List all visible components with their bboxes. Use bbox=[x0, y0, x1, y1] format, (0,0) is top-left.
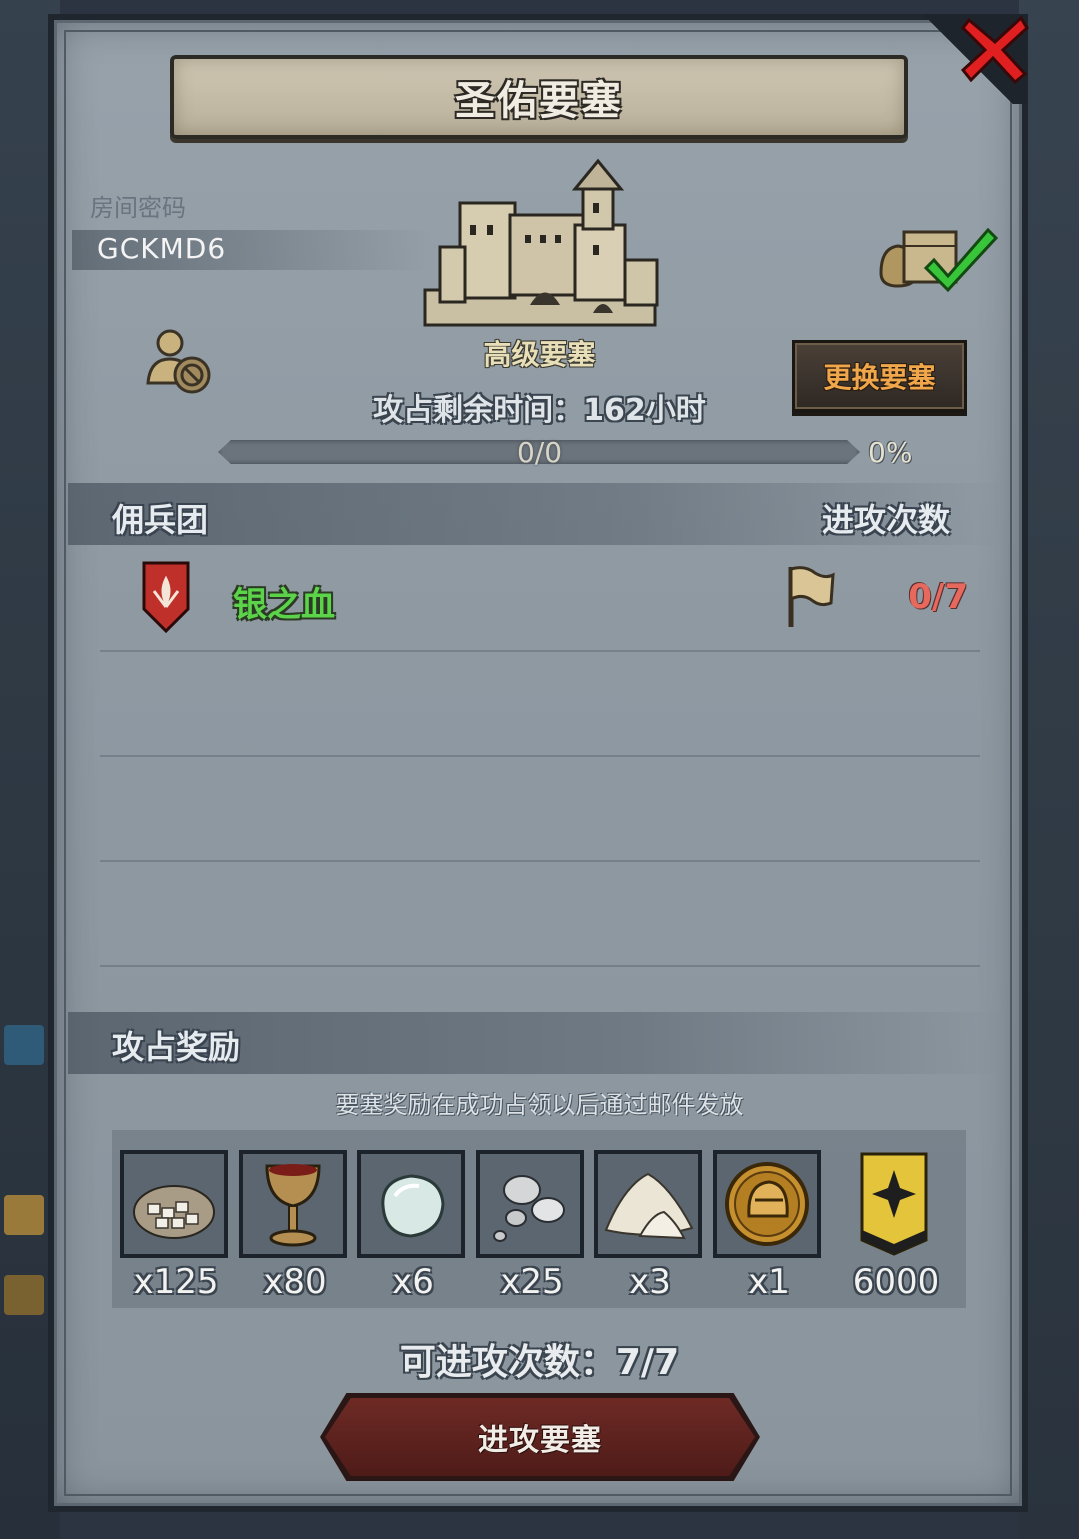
empty-row-divider bbox=[100, 860, 980, 862]
side-deco-icon bbox=[4, 1275, 44, 1315]
fortress-castle-icon bbox=[423, 158, 659, 327]
empty-row-divider bbox=[100, 755, 980, 757]
rewards-mail-note: 要塞奖励在成功占领以后通过邮件发放 bbox=[335, 1091, 744, 1119]
gem-stone-icon bbox=[381, 1174, 445, 1238]
reward-item[interactable] bbox=[357, 1150, 465, 1258]
reward-qty: x6 bbox=[392, 1262, 434, 1302]
flour-pile-icon bbox=[604, 1172, 694, 1240]
reward-item[interactable] bbox=[120, 1150, 228, 1258]
empty-row-divider bbox=[100, 965, 980, 967]
reward-qty: x1 bbox=[748, 1262, 790, 1302]
reward-qty: x125 bbox=[133, 1262, 219, 1302]
room-code-value[interactable]: GCKMD6 bbox=[97, 232, 226, 265]
reward-qty: x3 bbox=[629, 1262, 671, 1302]
reward-item[interactable] bbox=[239, 1150, 347, 1258]
room-code-label: 房间密码 bbox=[90, 194, 186, 222]
guild-shield-icon bbox=[142, 561, 190, 633]
supply-check-icon[interactable] bbox=[876, 218, 1001, 293]
close-icon bbox=[960, 15, 1029, 85]
mercenary-row[interactable]: 银之血 0/7 bbox=[100, 555, 980, 652]
remaining-attempts: 可进攻次数：7/7 bbox=[399, 1342, 680, 1383]
attack-fortress-button[interactable]: 进攻要塞 bbox=[325, 1398, 755, 1476]
mercenary-attack-count: 0/7 bbox=[908, 577, 968, 617]
reward-qty: 6000 bbox=[852, 1262, 940, 1302]
page-title: 圣佑要塞 bbox=[455, 78, 623, 124]
side-deco-icon bbox=[4, 1025, 44, 1065]
occupation-time-remaining: 攻占剩余时间：162小时 bbox=[373, 393, 706, 428]
reward-qty: x80 bbox=[263, 1262, 327, 1302]
reward-item[interactable] bbox=[594, 1150, 702, 1258]
reward-qty: x25 bbox=[500, 1262, 564, 1302]
attack-fortress-label: 进攻要塞 bbox=[478, 1423, 602, 1458]
attack-count-header: 进攻次数 bbox=[822, 501, 951, 539]
rewards-section-title: 攻占奖励 bbox=[112, 1028, 241, 1066]
reward-item[interactable] bbox=[713, 1150, 821, 1258]
title-banner: 圣佑要塞 bbox=[170, 55, 908, 139]
stone-sack-icon bbox=[133, 1185, 215, 1239]
mercenary-section-title: 佣兵团 bbox=[112, 501, 209, 539]
side-deco-icon bbox=[4, 1195, 44, 1235]
reward-item[interactable] bbox=[476, 1150, 584, 1258]
mercenary-name: 银之血 bbox=[233, 585, 335, 625]
flag-icon bbox=[788, 566, 835, 627]
capture-progress-percent: 0% bbox=[868, 436, 913, 469]
capture-progress-count: 0/0 bbox=[516, 436, 563, 469]
wine-goblet-icon bbox=[265, 1164, 321, 1247]
knight-helmet-coin-icon bbox=[725, 1162, 809, 1246]
gold-banner-icon bbox=[860, 1152, 928, 1256]
close-button[interactable] bbox=[955, 10, 1035, 90]
background-right bbox=[1019, 0, 1079, 1539]
reward-item[interactable] bbox=[858, 1150, 930, 1258]
silver-ore-icon bbox=[493, 1175, 565, 1242]
